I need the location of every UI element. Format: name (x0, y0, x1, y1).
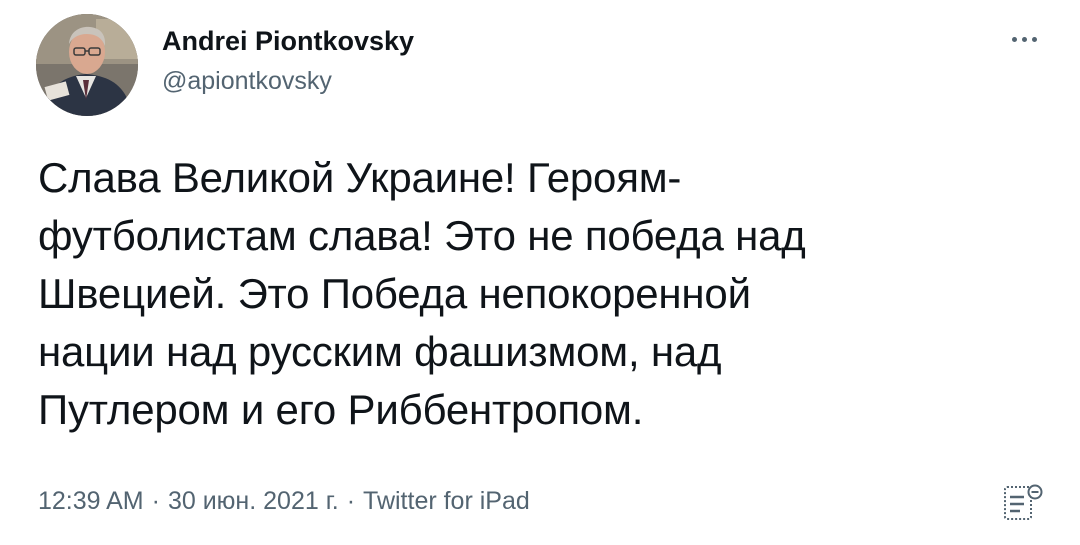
tweet-text-line: Слава Великой Украине! Героям- (38, 154, 682, 201)
more-horizontal-icon (1011, 36, 1017, 42)
tweet-text-line: Путлером и его Риббентропом. (38, 386, 644, 433)
analytics-icon (1004, 484, 1043, 520)
tweet-date[interactable]: 30 июн. 2021 г. (168, 487, 339, 515)
more-horizontal-icon-dot (1021, 36, 1027, 42)
tweet-source[interactable]: Twitter for iPad (363, 487, 530, 515)
tweet-time[interactable]: 12:39 AM (38, 487, 144, 515)
tweet-card: Andrei Piontkovsky @apiontkovsky Слава В… (0, 0, 1080, 545)
more-horizontal-icon-dot (1031, 36, 1037, 42)
avatar[interactable] (36, 14, 138, 116)
tweet-text: Слава Великой Украине! Героям- футболист… (38, 149, 1038, 439)
author-display-name[interactable]: Andrei Piontkovsky (162, 25, 414, 57)
more-options-button[interactable] (1000, 22, 1048, 56)
author-handle[interactable]: @apiontkovsky (162, 66, 332, 96)
tweet-text-line: нации над русским фашизмом, над (38, 328, 722, 375)
tweet-metadata: 12:39 AM · 30 июн. 2021 г. · Twitter for iPa… (38, 484, 530, 518)
tweet-text-line: Швецией. Это Победа непокоренной (38, 270, 751, 317)
meta-separator: · (346, 487, 356, 515)
analytics-button[interactable] (1002, 481, 1046, 523)
meta-separator: · (151, 487, 160, 515)
tweet-text-line: футболистам слава! Это не победа над (38, 212, 806, 259)
